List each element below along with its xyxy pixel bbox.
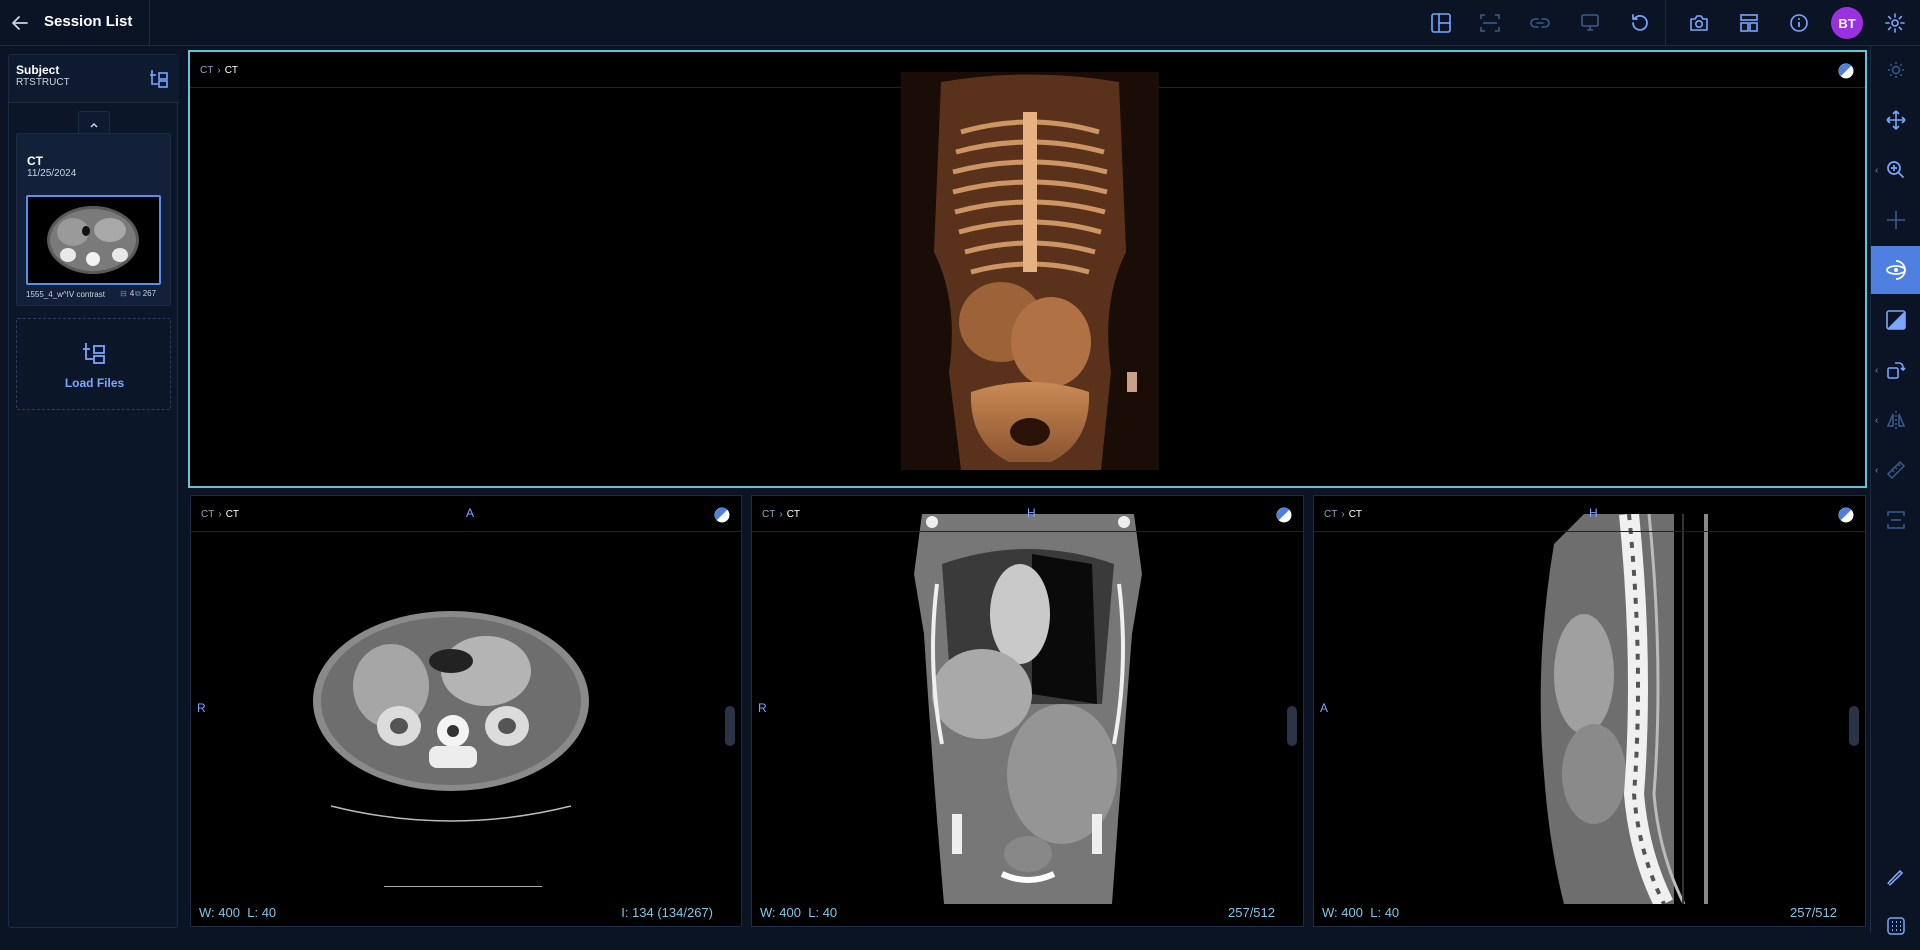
rotate-3d-icon[interactable]: [1871, 246, 1920, 294]
load-files-icon: [80, 339, 108, 367]
contrast-icon[interactable]: [713, 506, 731, 524]
orientation-marker-left: A: [1320, 701, 1329, 715]
subject-label: Subject: [16, 63, 60, 77]
slice-info: 257/512: [1228, 905, 1275, 920]
panels-icon[interactable]: [1736, 10, 1762, 36]
zoom-icon[interactable]: [1871, 146, 1920, 194]
layout-icon[interactable]: [1428, 10, 1454, 36]
viewport-axial[interactable]: CT › CT A R W: 400 L: 40 I: 134 (134/267): [190, 495, 742, 927]
slice-scrollbar[interactable]: [1849, 706, 1859, 746]
study-modality: CT: [27, 154, 43, 168]
sagittal-ct-image: [1524, 514, 1724, 904]
images-icon: ⧉: [135, 289, 141, 298]
subject-header: Subject RTSTRUCT: [9, 55, 179, 103]
load-files-label: Load Files: [64, 376, 125, 390]
window-level-text: W: 400 L: 40: [1322, 905, 1400, 920]
study-card[interactable]: CT 11/25/2024 1555_4_w^IV contrast ⊟ 4 ⧉…: [16, 133, 171, 306]
breadcrumb[interactable]: CT › CT: [762, 509, 800, 520]
orientation-marker-left: R: [758, 701, 767, 715]
presentation-icon[interactable]: [1577, 10, 1603, 36]
window-level-icon[interactable]: [1871, 296, 1920, 344]
contrast-icon[interactable]: [1837, 62, 1855, 80]
series-description: 1555_4_w^IV contrast: [26, 290, 105, 299]
annotate-icon[interactable]: [1871, 854, 1920, 902]
load-data-icon[interactable]: [147, 67, 171, 91]
settings-icon[interactable]: [1882, 10, 1908, 36]
back-arrow-icon[interactable]: [8, 11, 32, 35]
flip-icon[interactable]: [1871, 396, 1920, 444]
series-thumbnail[interactable]: [26, 195, 161, 285]
link-icon[interactable]: [1527, 10, 1553, 36]
image-count: ⧉ 267: [135, 289, 157, 298]
top-bar: Session List BT: [0, 0, 1920, 46]
camera-icon[interactable]: [1686, 10, 1712, 36]
chevron-up-icon: [90, 122, 98, 128]
reset-icon[interactable]: [1627, 10, 1653, 36]
window-level-text: W: 400 L: 40: [760, 905, 838, 920]
rotate-icon[interactable]: [1871, 346, 1920, 394]
series-icon: ⊟: [120, 289, 127, 298]
breadcrumb[interactable]: CT › CT: [200, 65, 238, 76]
orientation-marker-top: H: [1027, 506, 1036, 520]
volume-render-image: [901, 72, 1159, 470]
divider: [149, 0, 150, 46]
grid-icon[interactable]: [1871, 902, 1920, 950]
viewport-3d[interactable]: CT › CT: [188, 50, 1867, 488]
viewport-coronal[interactable]: CT › CT H R W: 400 L: 40 257/512: [751, 495, 1304, 927]
window-level-text: W: 400 L: 40: [199, 905, 277, 920]
divider: [1665, 0, 1666, 46]
study-date: 11/25/2024: [27, 168, 77, 179]
fullscreen-capture-icon[interactable]: [1477, 10, 1503, 36]
breadcrumb[interactable]: CT › CT: [1324, 509, 1362, 520]
table-line: [384, 886, 542, 887]
contrast-icon[interactable]: [1275, 506, 1293, 524]
slice-scrollbar[interactable]: [725, 706, 735, 746]
load-files-button[interactable]: Load Files: [16, 318, 171, 410]
tools-toolbar: ‹ ‹ ‹ ‹: [1870, 46, 1920, 935]
slice-scrollbar[interactable]: [1287, 706, 1297, 746]
orientation-marker-left: R: [197, 701, 206, 715]
avatar[interactable]: BT: [1831, 7, 1863, 39]
viewport-sagittal[interactable]: CT › CT H A W: 400 L: 40 257/512: [1313, 495, 1866, 927]
segment-icon[interactable]: [1871, 496, 1920, 544]
study-browser-panel: Subject RTSTRUCT CT 11/25/2024 1555_4_w^…: [0, 46, 180, 933]
contrast-icon[interactable]: [1837, 506, 1855, 524]
subject-value: RTSTRUCT: [16, 77, 70, 88]
series-number: ⊟ 4: [120, 289, 135, 298]
orientation-marker-top: A: [466, 506, 475, 520]
axial-ct-image: [313, 611, 589, 822]
coronal-ct-image: [892, 514, 1164, 904]
page-title[interactable]: Session List: [44, 13, 132, 30]
orientation-marker-top: H: [1589, 506, 1598, 520]
slice-info: 257/512: [1790, 905, 1837, 920]
pan-icon[interactable]: [1871, 96, 1920, 144]
study-browser: Subject RTSTRUCT CT 11/25/2024 1555_4_w^…: [8, 54, 179, 928]
crosshair-icon[interactable]: [1871, 196, 1920, 244]
measure-ruler-icon[interactable]: [1871, 446, 1920, 494]
slice-info: I: 134 (134/267): [621, 905, 713, 920]
info-icon[interactable]: [1786, 10, 1812, 36]
breadcrumb[interactable]: CT › CT: [201, 509, 239, 520]
brightness-icon[interactable]: [1871, 46, 1920, 94]
